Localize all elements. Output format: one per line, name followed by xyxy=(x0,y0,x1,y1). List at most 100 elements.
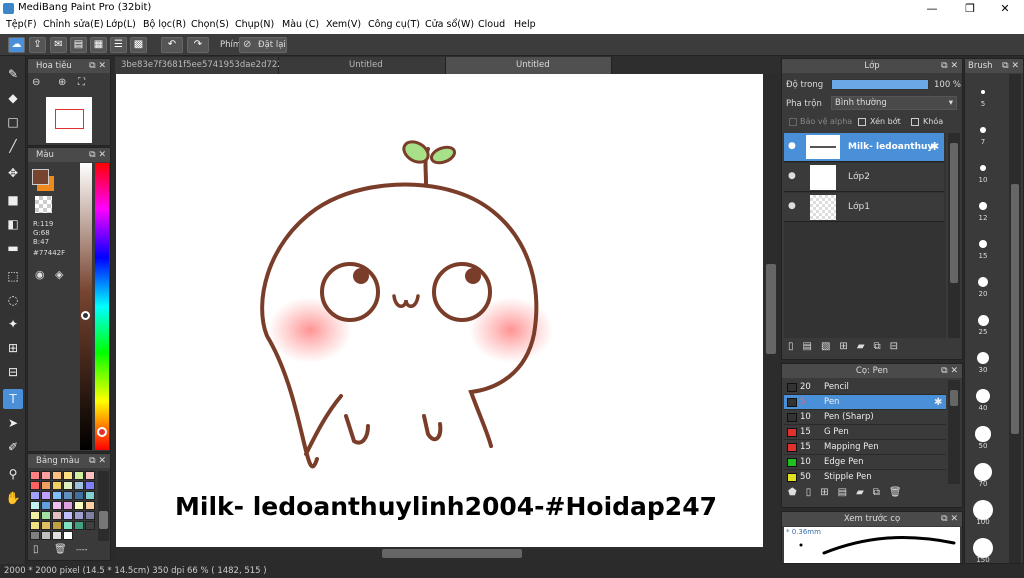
redo-icon[interactable]: ↷ xyxy=(187,37,209,53)
magic-wand-icon[interactable]: ✦ xyxy=(3,314,23,334)
preview-close-icon[interactable]: ⧉ ✕ xyxy=(941,512,958,526)
brush-size-dot[interactable] xyxy=(973,462,993,482)
brush-row[interactable]: 50 Stipple Pen xyxy=(784,470,946,484)
brush-size-scrollbar[interactable] xyxy=(1009,74,1021,563)
menu-help[interactable]: Help xyxy=(514,19,536,30)
fit-icon[interactable]: ⛶ xyxy=(78,77,85,88)
color-wheel-icon[interactable]: ◉ xyxy=(35,268,45,281)
new-brush-icon[interactable]: ▯ xyxy=(806,487,821,498)
layer-gear-icon[interactable]: ✱ xyxy=(930,140,939,153)
palette-swatch[interactable] xyxy=(30,471,40,480)
layer-row-lop2[interactable]: ● Lớp2 xyxy=(784,163,944,192)
hue-slider[interactable] xyxy=(95,163,109,450)
tab-untitled-1[interactable]: Untitled xyxy=(279,57,446,74)
color-close-icon[interactable]: ⧉ ✕ xyxy=(89,148,106,162)
rectangle-tool-icon[interactable]: □ xyxy=(3,112,23,132)
brush-size-dot[interactable] xyxy=(979,202,987,210)
lasso-tool-icon[interactable]: ◌ xyxy=(3,290,23,310)
palette-swatch[interactable] xyxy=(63,511,73,520)
palette-swatch[interactable] xyxy=(52,521,62,530)
menu-file[interactable]: Tệp(F) xyxy=(6,19,37,30)
select-rect-icon[interactable]: ⬚ xyxy=(3,266,23,286)
palette-swatch[interactable] xyxy=(52,491,62,500)
menu-capture[interactable]: Chụp(N) xyxy=(235,19,274,30)
close-icon[interactable]: ✕ xyxy=(988,0,1022,17)
layer-close-icon[interactable]: ⧉ ✕ xyxy=(941,59,958,73)
brush-row[interactable]: 15 G Pen xyxy=(784,425,946,440)
brush-scroll-thumb[interactable] xyxy=(950,390,958,406)
brush-row[interactable]: 15 Mapping Pen xyxy=(784,440,946,455)
palette-swatch[interactable] xyxy=(52,471,62,480)
menu-cloud[interactable]: Cloud xyxy=(478,19,505,30)
brush-size-dot[interactable] xyxy=(980,127,986,133)
palette-swatch[interactable] xyxy=(41,481,51,490)
brush-row[interactable]: 5 Pen ✱ xyxy=(784,395,946,410)
brush-size-dot[interactable] xyxy=(976,389,990,403)
add-brush-menu-icon[interactable]: ⊞ xyxy=(820,487,837,498)
palette-swatch[interactable] xyxy=(74,471,84,480)
brush-size-dot[interactable] xyxy=(978,277,988,287)
visibility-eye-icon[interactable]: ● xyxy=(788,141,796,151)
zoom-in-icon[interactable]: ⊕ xyxy=(58,77,66,88)
gradient-tool-icon[interactable]: ▬ xyxy=(3,238,23,258)
palette-swatch[interactable] xyxy=(85,481,95,490)
brush-size-dot[interactable] xyxy=(979,164,987,172)
fill-rect-tool-icon[interactable]: ■ xyxy=(3,190,23,210)
clipping-checkbox[interactable] xyxy=(858,118,866,126)
folder-icon[interactable]: ▰ xyxy=(857,341,874,352)
palette-close-icon[interactable]: ⧉ ✕ xyxy=(89,454,106,468)
menu-layer[interactable]: Lớp(L) xyxy=(106,19,136,30)
palette-swatch[interactable] xyxy=(63,521,73,530)
brush-settings-icon[interactable]: ▤ xyxy=(838,487,856,498)
palette-swatch[interactable] xyxy=(41,501,51,510)
drawing-canvas[interactable]: Milk- ledoanthuylinh2004-#Hoidap247 xyxy=(116,74,763,547)
canvas-horizontal-scrollbar[interactable] xyxy=(116,547,779,560)
divide-tool-icon[interactable]: ✐ xyxy=(3,437,23,457)
brush-row[interactable]: 10 Edge Pen xyxy=(784,455,946,470)
palette-swatch[interactable] xyxy=(63,501,73,510)
new-layer-icon[interactable]: ▯ xyxy=(788,341,803,352)
palette-swatch[interactable] xyxy=(74,481,84,490)
palette-swatch[interactable] xyxy=(74,491,84,500)
menu-view[interactable]: Xem(V) xyxy=(326,19,361,30)
eraser-tool-icon[interactable]: ◆ xyxy=(3,88,23,108)
brush-size-dot[interactable] xyxy=(973,538,993,558)
brightness-handle[interactable] xyxy=(81,311,90,320)
reset-button[interactable]: ⊘ Đặt lại xyxy=(239,37,287,53)
opacity-slider[interactable] xyxy=(831,79,929,90)
brush-tool-icon[interactable]: ✎ xyxy=(3,64,23,84)
text-tool-icon[interactable]: T xyxy=(3,389,23,409)
zoom-out-icon[interactable]: ⊖ xyxy=(32,77,40,88)
palette-swatch[interactable] xyxy=(41,491,51,500)
undo-icon[interactable]: ↶ xyxy=(161,37,183,53)
menu-select[interactable]: Chọn(S) xyxy=(191,19,229,30)
menu-edit[interactable]: Chỉnh sửa(E) xyxy=(43,19,104,30)
minimize-icon[interactable]: — xyxy=(915,0,949,17)
color-set-icon[interactable]: ◈ xyxy=(55,268,63,281)
visibility-eye-icon[interactable]: ● xyxy=(788,171,796,181)
palette-swatch[interactable] xyxy=(30,531,40,540)
select-eraser-icon[interactable]: ⊟ xyxy=(3,362,23,382)
menu-tools[interactable]: Công cụ(T) xyxy=(368,19,420,30)
palette-swatch[interactable] xyxy=(63,491,73,500)
new-palette-icon[interactable]: ▯ xyxy=(33,544,39,555)
brush-folder-icon[interactable]: ▰ xyxy=(856,487,873,498)
palette-swatch[interactable] xyxy=(85,491,95,500)
brightness-slider[interactable] xyxy=(80,163,92,450)
palette-swatch[interactable] xyxy=(30,521,40,530)
duplicate-icon[interactable]: ⧉ xyxy=(874,341,890,352)
palette-swatch[interactable] xyxy=(41,471,51,480)
palette-swatch[interactable] xyxy=(52,531,62,540)
visibility-eye-icon[interactable]: ● xyxy=(788,201,796,211)
brush-row[interactable]: 20 Pencil xyxy=(784,380,946,395)
new-halftone-layer-icon[interactable]: ▤ xyxy=(803,341,821,352)
palette-swatch[interactable] xyxy=(74,501,84,510)
comment-icon[interactable]: ✉ xyxy=(50,37,67,53)
palette-swatch[interactable] xyxy=(85,511,95,520)
vertical-scroll-thumb[interactable] xyxy=(766,264,776,354)
menu-color[interactable]: Màu (C) xyxy=(282,19,319,30)
page-icon[interactable]: ▦ xyxy=(90,37,107,53)
layer-scrollbar[interactable] xyxy=(948,133,960,338)
canvas-vertical-scrollbar[interactable] xyxy=(763,74,779,547)
eyedropper-icon[interactable]: ⚲ xyxy=(3,464,23,484)
